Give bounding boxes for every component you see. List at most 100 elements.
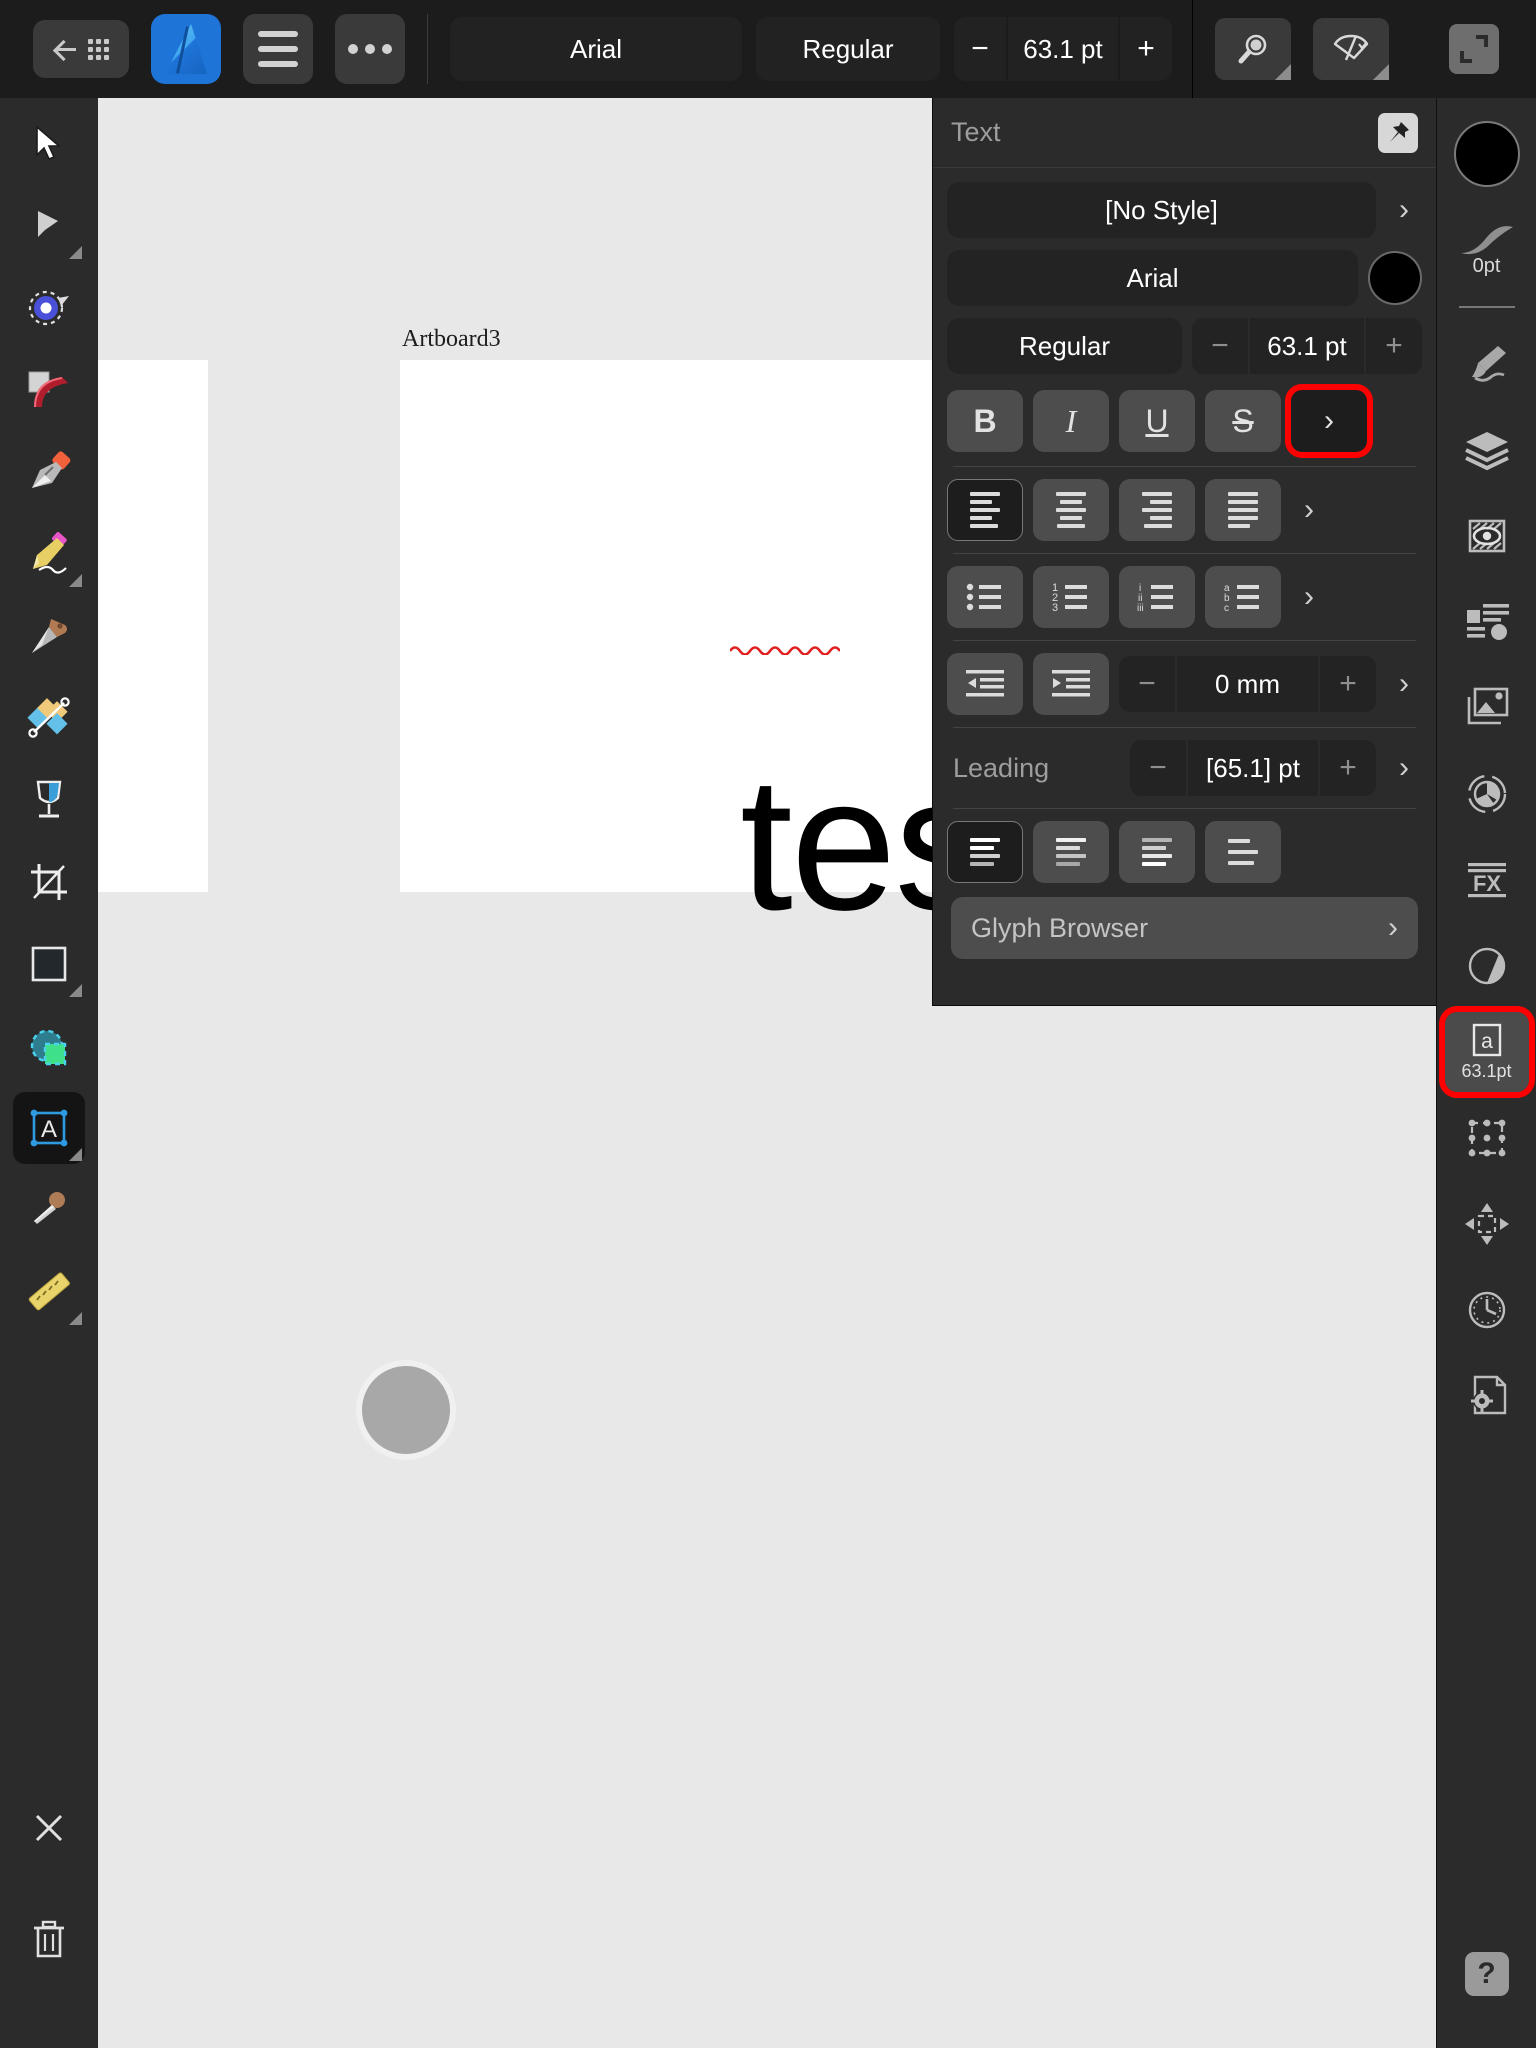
more-options-icon[interactable] xyxy=(335,14,405,84)
align-right-button[interactable] xyxy=(1119,479,1195,541)
text-size-panel-button[interactable]: a 63.1pt xyxy=(1438,1006,1535,1098)
shape-builder-tool[interactable] xyxy=(13,682,85,754)
color-picker-tool[interactable] xyxy=(13,1174,85,1246)
ruler-icon xyxy=(28,1272,70,1311)
stroke-width-label: 0pt xyxy=(1472,254,1501,277)
move-panel-button[interactable] xyxy=(1445,1184,1529,1264)
document-settings-button[interactable] xyxy=(1445,1356,1529,1436)
indent-stepper: − 0 mm + xyxy=(1119,656,1376,712)
crop-tool[interactable] xyxy=(13,846,85,918)
font-style-field[interactable]: Regular xyxy=(756,17,940,81)
indent-decrease-value-button[interactable]: − xyxy=(1119,656,1175,712)
font-size-decrease-button[interactable]: − xyxy=(954,17,1006,81)
text-valign-top-button[interactable] xyxy=(947,821,1023,883)
adjustment-panel-button[interactable] xyxy=(1445,754,1529,834)
bold-button[interactable]: B xyxy=(947,390,1023,452)
content-list-icon xyxy=(1466,604,1509,640)
list-more-chevron-icon[interactable]: › xyxy=(1291,580,1327,614)
delete-button[interactable] xyxy=(13,1904,85,1976)
font-size-value[interactable]: 63.1 pt xyxy=(1008,17,1118,81)
font-size-increase-button[interactable]: + xyxy=(1120,17,1172,81)
knife-tool[interactable] xyxy=(13,600,85,672)
align-left-button[interactable] xyxy=(947,479,1023,541)
panel-font-size-increase[interactable]: + xyxy=(1366,318,1422,374)
font-size-stepper: − 63.1 pt + xyxy=(954,17,1172,81)
brushes-panel-button[interactable] xyxy=(1445,324,1529,404)
text-valign-justify-button[interactable] xyxy=(1205,821,1281,883)
indent-increase-value-button[interactable]: + xyxy=(1320,656,1376,712)
indent-value[interactable]: 0 mm xyxy=(1177,656,1318,712)
align-center-button[interactable] xyxy=(1033,479,1109,541)
strikethrough-button[interactable]: S xyxy=(1205,390,1281,452)
font-family-field[interactable]: Arial xyxy=(947,250,1358,306)
content-panel-button[interactable] xyxy=(1445,582,1529,662)
zoom-tool-button[interactable] xyxy=(1215,18,1291,80)
leading-decrease-button[interactable]: − xyxy=(1130,740,1186,796)
stroke-width-control[interactable]: 0pt xyxy=(1445,200,1529,296)
panel-font-size-value[interactable]: 63.1 pt xyxy=(1250,318,1364,374)
paragraph-style-field[interactable]: [No Style] xyxy=(947,182,1376,238)
back-and-grid-button[interactable] xyxy=(33,20,129,78)
pen-tool[interactable] xyxy=(13,436,85,508)
transform-panel-button[interactable] xyxy=(1445,1098,1529,1178)
corner-target-icon xyxy=(28,290,69,326)
align-justify-button[interactable] xyxy=(1205,479,1281,541)
decorations-more-chevron-icon[interactable]: › xyxy=(1285,384,1373,458)
help-button[interactable]: ? xyxy=(1464,1952,1509,1996)
paragraph-style-chevron-icon[interactable]: › xyxy=(1386,193,1422,227)
bullet-list-button[interactable] xyxy=(947,566,1023,628)
leading-increase-button[interactable]: + xyxy=(1320,740,1376,796)
panel-font-size-stepper: − 63.1 pt + xyxy=(1192,318,1422,374)
close-x-icon xyxy=(35,1814,63,1842)
text-color-swatch[interactable] xyxy=(1368,251,1422,305)
glyph-browser-button[interactable]: Glyph Browser › xyxy=(951,897,1418,959)
vector-brush-icon xyxy=(28,371,68,408)
assets-panel-button[interactable] xyxy=(1445,668,1529,748)
indent-more-chevron-icon[interactable]: › xyxy=(1386,667,1422,701)
hamburger-menu-icon[interactable] xyxy=(243,14,313,84)
panel-font-size-decrease[interactable]: − xyxy=(1192,318,1248,374)
fill-swatch[interactable] xyxy=(1445,114,1529,194)
leading-value[interactable]: [65.1] pt xyxy=(1188,740,1318,796)
close-button[interactable] xyxy=(13,1792,85,1864)
numbered-list-button[interactable]: 1 2 3 xyxy=(1033,566,1109,628)
opacity-panel-button[interactable] xyxy=(1445,926,1529,1006)
italic-button[interactable]: I xyxy=(1033,390,1109,452)
alignment-more-chevron-icon[interactable]: › xyxy=(1291,493,1327,527)
mask-panel-button[interactable] xyxy=(1445,496,1529,576)
rectangle-tool[interactable] xyxy=(13,928,85,1000)
leading-more-chevron-icon[interactable]: › xyxy=(1386,751,1422,785)
corner-tool[interactable] xyxy=(13,272,85,344)
fullscreen-icon[interactable] xyxy=(1449,24,1499,74)
node-tool[interactable] xyxy=(13,190,85,262)
move-tool[interactable] xyxy=(13,108,85,180)
underline-button[interactable]: U xyxy=(1119,390,1195,452)
view-mode-button[interactable] xyxy=(1313,18,1389,80)
effects-panel-button[interactable]: FX xyxy=(1445,840,1529,920)
fill-tool[interactable] xyxy=(13,764,85,836)
roman-list-button[interactable]: i ii iii xyxy=(1119,566,1195,628)
pin-icon[interactable] xyxy=(1378,112,1418,153)
selection-brush-tool[interactable] xyxy=(13,1010,85,1082)
text-cursor-handle[interactable] xyxy=(356,1360,456,1460)
vector-brush-tool[interactable] xyxy=(13,354,85,426)
alpha-list-button[interactable]: a b c xyxy=(1205,566,1281,628)
valign-middle-icon xyxy=(1056,838,1086,866)
text-valign-middle-button[interactable] xyxy=(1033,821,1109,883)
sidebar-divider xyxy=(1458,306,1515,308)
indent-increase-button[interactable] xyxy=(1033,653,1109,715)
affinity-designer-logo[interactable] xyxy=(151,14,221,84)
text-tool[interactable]: A xyxy=(13,1092,85,1164)
color-wheel-icon xyxy=(1467,774,1506,814)
text-a-box-icon: a xyxy=(1472,1023,1501,1056)
font-style-field[interactable]: Regular xyxy=(947,318,1182,374)
measure-tool[interactable] xyxy=(13,1256,85,1328)
font-family-field[interactable]: Arial xyxy=(450,17,742,81)
pencil-tool[interactable] xyxy=(13,518,85,590)
align-left-icon xyxy=(970,492,1000,528)
layers-panel-button[interactable] xyxy=(1445,410,1529,490)
history-panel-button[interactable] xyxy=(1445,1270,1529,1350)
text-valign-bottom-button[interactable] xyxy=(1119,821,1195,883)
half-circle-icon xyxy=(1468,947,1505,985)
indent-decrease-button[interactable] xyxy=(947,653,1023,715)
